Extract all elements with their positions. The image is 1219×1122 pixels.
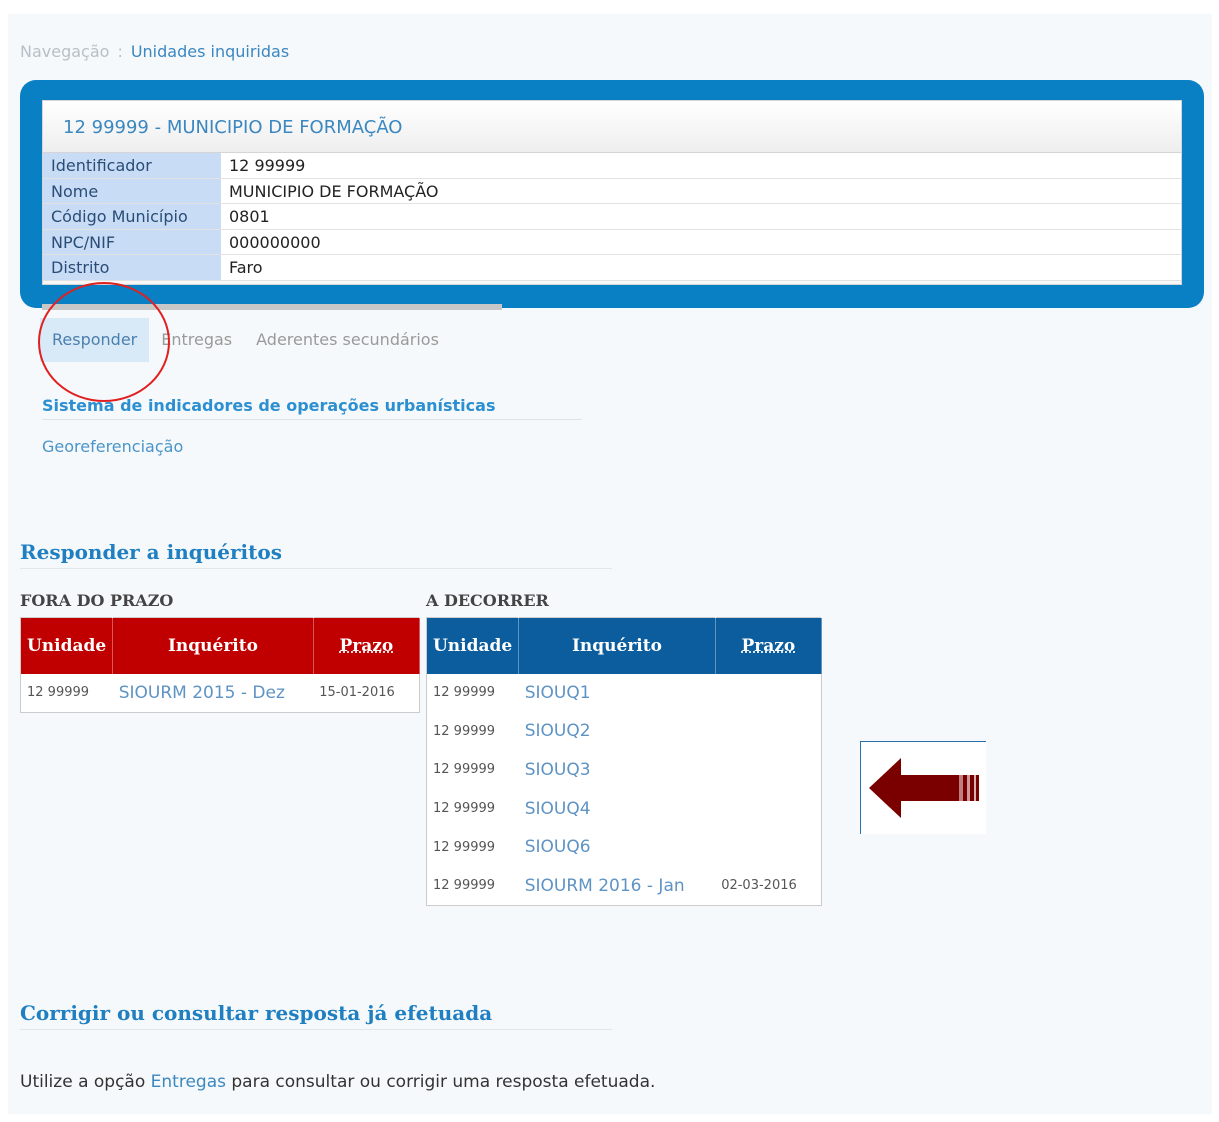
survey-link[interactable]: SIOUQ4 [519,789,715,828]
entity-card: 12 99999 - MUNICIPIO DE FORMAÇÃO Identif… [20,80,1204,308]
overdue-table: Unidade Inquérito Prazo 12 99999 SIOURM … [20,617,421,713]
info-row-district: Distrito Faro [43,255,1181,281]
annotation-arrow-box [860,741,986,834]
tab-bar: Responder Entregas Aderentes secundários [40,318,451,362]
info-key: Nome [43,178,221,204]
unit-cell: 12 99999 [433,839,496,855]
col-header-deadline-label: Prazo [741,635,796,656]
table-row: 12 99999 SIOUQ6 [427,828,822,867]
info-value: MUNICIPIO DE FORMAÇÃO [221,178,1181,204]
note-text-after: para consultar ou corrigir uma resposta … [225,1072,656,1092]
survey-link[interactable]: SIOURM 2015 - Dez [113,674,314,713]
deadline-cell: 02-03-2016 [721,878,797,894]
indicators-system-link[interactable]: Sistema de indicadores de operações urba… [42,396,582,420]
survey-link[interactable]: SIOUQ2 [519,712,715,751]
col-header-unit: Unidade [426,617,520,674]
unit-cell: 12 99999 [433,685,496,701]
deadline-cell: 15-01-2016 [319,685,395,701]
correct-heading: Corrigir ou consultar resposta já efetua… [20,1001,612,1030]
info-value: 0801 [221,204,1181,229]
table-row: 12 99999 SIOUQ4 [427,789,822,828]
info-key: NPC/NIF [43,229,221,255]
col-header-survey: Inquérito [518,617,716,674]
tab-responder[interactable]: Responder [40,318,150,362]
info-row-nif: NPC/NIF 000000000 [43,229,1181,256]
survey-link[interactable]: SIOUQ6 [519,828,715,867]
deadline-cell [715,789,821,828]
breadcrumb-separator: : [117,42,123,61]
survey-link[interactable]: SIOUQ1 [519,674,715,713]
breadcrumb: Navegação: Unidades inquiridas [20,42,289,61]
deadline-cell [715,828,821,867]
unit-cell: 12 99999 [433,723,496,739]
table-row: 12 99999 SIOURM 2015 - Dez 15-01-2016 [21,674,420,713]
table-row: 12 99999 SIOUQ1 [427,674,822,713]
entity-title: 12 99999 - MUNICIPIO DE FORMAÇÃO [43,101,1181,153]
survey-link[interactable]: SIOURM 2016 - Jan [519,866,715,905]
respond-heading: Responder a inquéritos [20,540,612,569]
info-key: Distrito [43,255,221,280]
entity-details-panel: 12 99999 - MUNICIPIO DE FORMAÇÃO Identif… [42,100,1182,285]
info-value: 12 99999 [221,153,1181,178]
survey-link[interactable]: SIOUQ3 [519,751,715,790]
note-link-entregas[interactable]: Entregas [151,1072,226,1092]
col-header-deadline-sort[interactable]: Prazo [313,617,421,674]
info-value: Faro [221,255,1181,280]
unit-cell: 12 99999 [433,801,496,817]
deadline-cell [715,712,821,751]
unit-cell: 12 99999 [433,762,496,778]
col-header-unit: Unidade [20,617,114,674]
deadline-cell [715,674,821,713]
deadline-cell [715,751,821,790]
tab-entregas[interactable]: Entregas [149,318,244,362]
unit-cell: 12 99999 [27,685,90,701]
breadcrumb-label: Navegação [20,42,110,61]
tab-aderentes-secundarios[interactable]: Aderentes secundários [244,318,451,362]
arrow-left-icon [869,758,979,818]
help-note: Utilize a opção Entregas para consultar … [20,1072,655,1092]
col-header-deadline-label: Prazo [339,635,394,656]
unit-cell: 12 99999 [433,878,496,894]
page: Navegação: Unidades inquiridas 12 99999 -… [8,14,1212,1114]
tab-strip-line [42,304,502,310]
table-row: 12 99999 SIOURM 2016 - Jan 02-03-2016 [427,866,822,905]
info-row-name: Nome MUNICIPIO DE FORMAÇÃO [43,178,1181,205]
col-header-deadline-sort[interactable]: Prazo [715,617,823,674]
note-text-before: Utilize a opção [20,1072,151,1092]
info-row-identifier: Identificador 12 99999 [43,153,1181,179]
overdue-label: FORA DO PRAZO [20,591,174,610]
info-key: Código Município [43,204,221,229]
info-row-municipality-code: Código Município 0801 [43,204,1181,230]
current-label: A DECORRER [426,591,549,610]
table-row: 12 99999 SIOUQ3 [427,751,822,790]
breadcrumb-link-units[interactable]: Unidades inquiridas [131,42,289,61]
info-value: 000000000 [221,229,1181,255]
current-table: Unidade Inquérito Prazo 12 99999 SIOUQ1 … [426,617,823,906]
georeferencing-link[interactable]: Georeferenciação [42,437,183,456]
info-key: Identificador [43,153,221,178]
table-row: 12 99999 SIOUQ2 [427,712,822,751]
col-header-survey: Inquérito [112,617,314,674]
